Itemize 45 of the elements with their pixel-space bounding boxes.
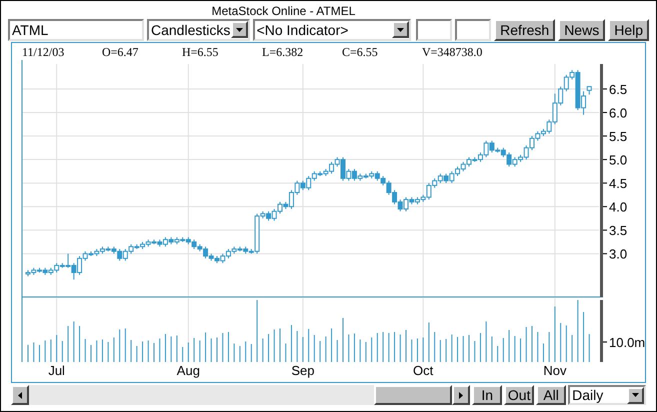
toolbar-button[interactable]: Help <box>608 18 649 40</box>
axis-label: Sep <box>291 364 314 378</box>
scroll-right-button[interactable] <box>452 385 470 405</box>
axis-label: Oct <box>413 364 434 378</box>
scrollbar-thumb[interactable] <box>374 385 452 405</box>
window-title: MetaStock Online - ATMEL <box>212 4 356 18</box>
toolbar-button[interactable]: News <box>558 18 606 40</box>
horizontal-scrollbar[interactable] <box>11 385 470 405</box>
scroll-left-button[interactable] <box>11 385 29 405</box>
zoom-button[interactable]: In <box>472 385 502 405</box>
axis-label: 6.5 <box>609 82 628 97</box>
quote-value: 11/12/03 <box>22 44 64 58</box>
quote-value: O=6.47 <box>102 44 138 58</box>
dropdown-button[interactable] <box>392 21 410 38</box>
period-select[interactable]: Daily <box>568 385 646 405</box>
axis-label: 5.5 <box>609 129 628 144</box>
dropdown-button[interactable] <box>626 386 644 404</box>
zoom-button[interactable]: Out <box>504 385 534 405</box>
axis-label: 5.0 <box>609 152 628 168</box>
axis-label: 4.5 <box>609 176 628 192</box>
right-arrow-icon <box>459 392 464 398</box>
toolbar-button[interactable]: Refresh <box>494 18 556 40</box>
axis-label: 3.5 <box>609 223 628 238</box>
indicator-select[interactable]: <No Indicator> <box>252 18 412 40</box>
caret-icon <box>632 393 639 397</box>
quote-value: L=6.382 <box>262 44 304 58</box>
axis-label: 10.0m <box>609 335 646 350</box>
left-arrow-icon <box>18 392 22 398</box>
input-field[interactable] <box>455 18 492 40</box>
axis-label: 4.0 <box>609 200 628 215</box>
dropdown-button[interactable] <box>230 21 248 38</box>
chart-style-select[interactable]: Candlesticks <box>147 18 250 40</box>
quote-value: H=6.55 <box>182 44 218 58</box>
axis-label: Jul <box>48 364 65 378</box>
caret-icon <box>236 28 243 32</box>
axis-label: Aug <box>176 364 200 378</box>
axis-label: 6.0 <box>609 105 628 120</box>
input-field[interactable] <box>416 18 452 40</box>
axis-label: 3.0 <box>609 246 628 262</box>
quote-value: V=348738.0 <box>422 44 482 58</box>
symbol-field[interactable]: ATML <box>8 18 144 40</box>
axis-label: Nov <box>543 364 566 378</box>
quote-value: C=6.55 <box>342 44 378 58</box>
caret-icon <box>397 28 404 32</box>
zoom-button[interactable]: All <box>536 385 566 405</box>
